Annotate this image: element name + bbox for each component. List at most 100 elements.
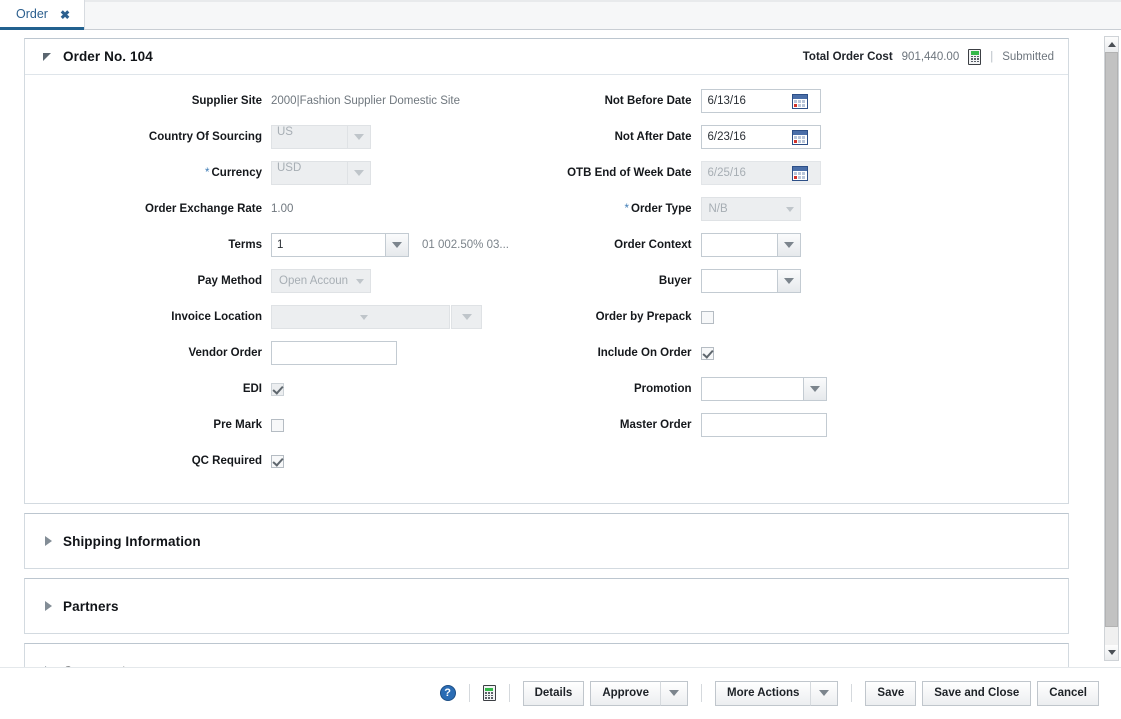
- expand-triangle-icon[interactable]: [43, 665, 55, 667]
- field-terms: Terms 01 002.50% 03...: [25, 233, 547, 257]
- save-and-close-button[interactable]: Save and Close: [922, 680, 1032, 706]
- partners-header[interactable]: Partners: [25, 579, 1068, 633]
- edi-label: EDI: [242, 383, 262, 395]
- order-by-prepack-label: Order by Prepack: [595, 311, 692, 323]
- details-button[interactable]: Details: [522, 680, 585, 706]
- header-separator: |: [990, 50, 994, 63]
- order-context-select[interactable]: [700, 233, 801, 257]
- calculator-icon[interactable]: [968, 48, 982, 65]
- master-order-input[interactable]: [700, 413, 827, 437]
- chevron-down-icon[interactable]: [452, 306, 481, 328]
- more-actions-split-button: More Actions: [714, 680, 839, 706]
- field-not-after-date: Not After Date: [547, 125, 1069, 149]
- edi-checkbox[interactable]: [271, 382, 284, 396]
- not-before-date-input[interactable]: [701, 95, 792, 107]
- chevron-down-icon[interactable]: [776, 234, 800, 256]
- scrollbar-track[interactable]: [1105, 52, 1118, 645]
- required-marker: *: [624, 203, 629, 215]
- order-panel: Order No. 104 Total Order Cost 901,440.0…: [24, 38, 1069, 504]
- field-qc-required: QC Required: [25, 449, 547, 473]
- scrollbar-thumb[interactable]: [1105, 52, 1118, 628]
- help-icon[interactable]: ?: [439, 685, 456, 701]
- approve-dropdown-button[interactable]: [659, 680, 688, 706]
- approve-split-button: Approve: [590, 680, 688, 706]
- cancel-button[interactable]: Cancel: [1037, 680, 1099, 706]
- buyer-select[interactable]: [700, 269, 801, 293]
- shipping-information-title: Shipping Information: [63, 533, 201, 549]
- tab-order-label: Order: [16, 7, 48, 22]
- shipping-information-header[interactable]: Shipping Information: [25, 514, 1068, 568]
- currency-select[interactable]: USD: [271, 161, 371, 185]
- calculator-screen: [970, 51, 979, 55]
- otb-end-of-week-date-field[interactable]: [700, 161, 821, 185]
- calendar-icon[interactable]: [791, 129, 808, 145]
- chevron-down-icon[interactable]: [347, 162, 370, 184]
- chevron-down-icon: [668, 690, 679, 696]
- chevron-down-icon[interactable]: [802, 378, 826, 400]
- more-actions-dropdown-button[interactable]: [810, 680, 839, 706]
- country-of-sourcing-select[interactable]: US: [271, 125, 371, 149]
- calculator-icon[interactable]: [482, 685, 496, 701]
- promotion-select[interactable]: [700, 377, 827, 401]
- calculator-keys: [485, 692, 494, 699]
- tab-order[interactable]: Order ✖: [0, 0, 86, 30]
- save-button[interactable]: Save: [865, 680, 917, 706]
- order-by-prepack-checkbox[interactable]: [700, 310, 714, 324]
- vertical-scrollbar[interactable]: [1104, 36, 1119, 661]
- promotion-label: Promotion: [634, 383, 692, 395]
- calculator-screen: [485, 687, 494, 691]
- not-after-date-input[interactable]: [701, 131, 792, 143]
- scroll-down-button[interactable]: [1105, 645, 1118, 660]
- field-pre-mark: Pre Mark: [25, 413, 547, 437]
- field-country-of-sourcing: Country Of Sourcing US: [25, 125, 547, 149]
- order-context-input[interactable]: [701, 234, 777, 256]
- expand-triangle-icon[interactable]: [43, 600, 55, 612]
- comments-title: Comments: [63, 664, 134, 668]
- pre-mark-checkbox[interactable]: [271, 418, 284, 432]
- chevron-down-icon: [785, 206, 794, 212]
- caret-down-icon: [1107, 650, 1116, 655]
- promotion-input[interactable]: [701, 378, 803, 400]
- terms-select[interactable]: [271, 233, 409, 257]
- form-column-right: Not Before Date Not After Date: [547, 89, 1069, 485]
- scroll-up-button[interactable]: [1105, 37, 1118, 52]
- chevron-down-icon: [819, 690, 830, 696]
- comments-header[interactable]: Comments: [25, 644, 1068, 667]
- invoice-location-select[interactable]: [271, 305, 450, 329]
- vendor-order-input[interactable]: [271, 341, 397, 365]
- qc-required-checkbox[interactable]: [271, 454, 284, 468]
- order-exchange-rate-label: Order Exchange Rate: [145, 203, 262, 215]
- status-badge: Submitted: [1002, 50, 1054, 63]
- field-include-on-order: Include On Order: [547, 341, 1069, 365]
- chevron-down-icon[interactable]: [347, 126, 370, 148]
- terms-input[interactable]: [272, 234, 385, 256]
- field-promotion: Promotion: [547, 377, 1069, 401]
- partners-panel: Partners: [24, 578, 1069, 634]
- tab-strip: Order ✖: [0, 0, 1121, 30]
- chevron-down-icon[interactable]: [385, 234, 408, 256]
- shipping-information-panel: Shipping Information: [24, 513, 1069, 569]
- order-type-select[interactable]: N/B: [700, 197, 801, 221]
- include-on-order-checkbox[interactable]: [700, 346, 714, 360]
- close-icon[interactable]: ✖: [60, 9, 70, 21]
- pay-method-select[interactable]: Open Accoun: [271, 269, 371, 293]
- more-actions-button[interactable]: More Actions: [714, 680, 811, 706]
- qc-required-label: QC Required: [191, 455, 262, 467]
- chevron-down-icon[interactable]: [776, 270, 800, 292]
- calendar-icon[interactable]: [791, 165, 808, 181]
- chevron-down-icon: [356, 278, 364, 284]
- terms-helper-text: 01 002.50% 03...: [422, 239, 509, 251]
- toolbar-separator: [851, 684, 853, 702]
- invoice-location-lov-button[interactable]: [451, 305, 482, 329]
- collapse-triangle-icon[interactable]: [43, 51, 55, 63]
- toolbar-separator: [468, 684, 470, 702]
- buyer-input[interactable]: [701, 270, 777, 292]
- not-before-date-field[interactable]: [700, 89, 821, 113]
- scroll-region: Order No. 104 Total Order Cost 901,440.0…: [0, 30, 1121, 667]
- expand-triangle-icon[interactable]: [43, 535, 55, 547]
- toolbar-separator: [508, 684, 510, 702]
- field-vendor-order: Vendor Order: [25, 341, 547, 365]
- calendar-icon[interactable]: [791, 93, 808, 109]
- approve-button[interactable]: Approve: [590, 680, 660, 706]
- not-after-date-field[interactable]: [700, 125, 821, 149]
